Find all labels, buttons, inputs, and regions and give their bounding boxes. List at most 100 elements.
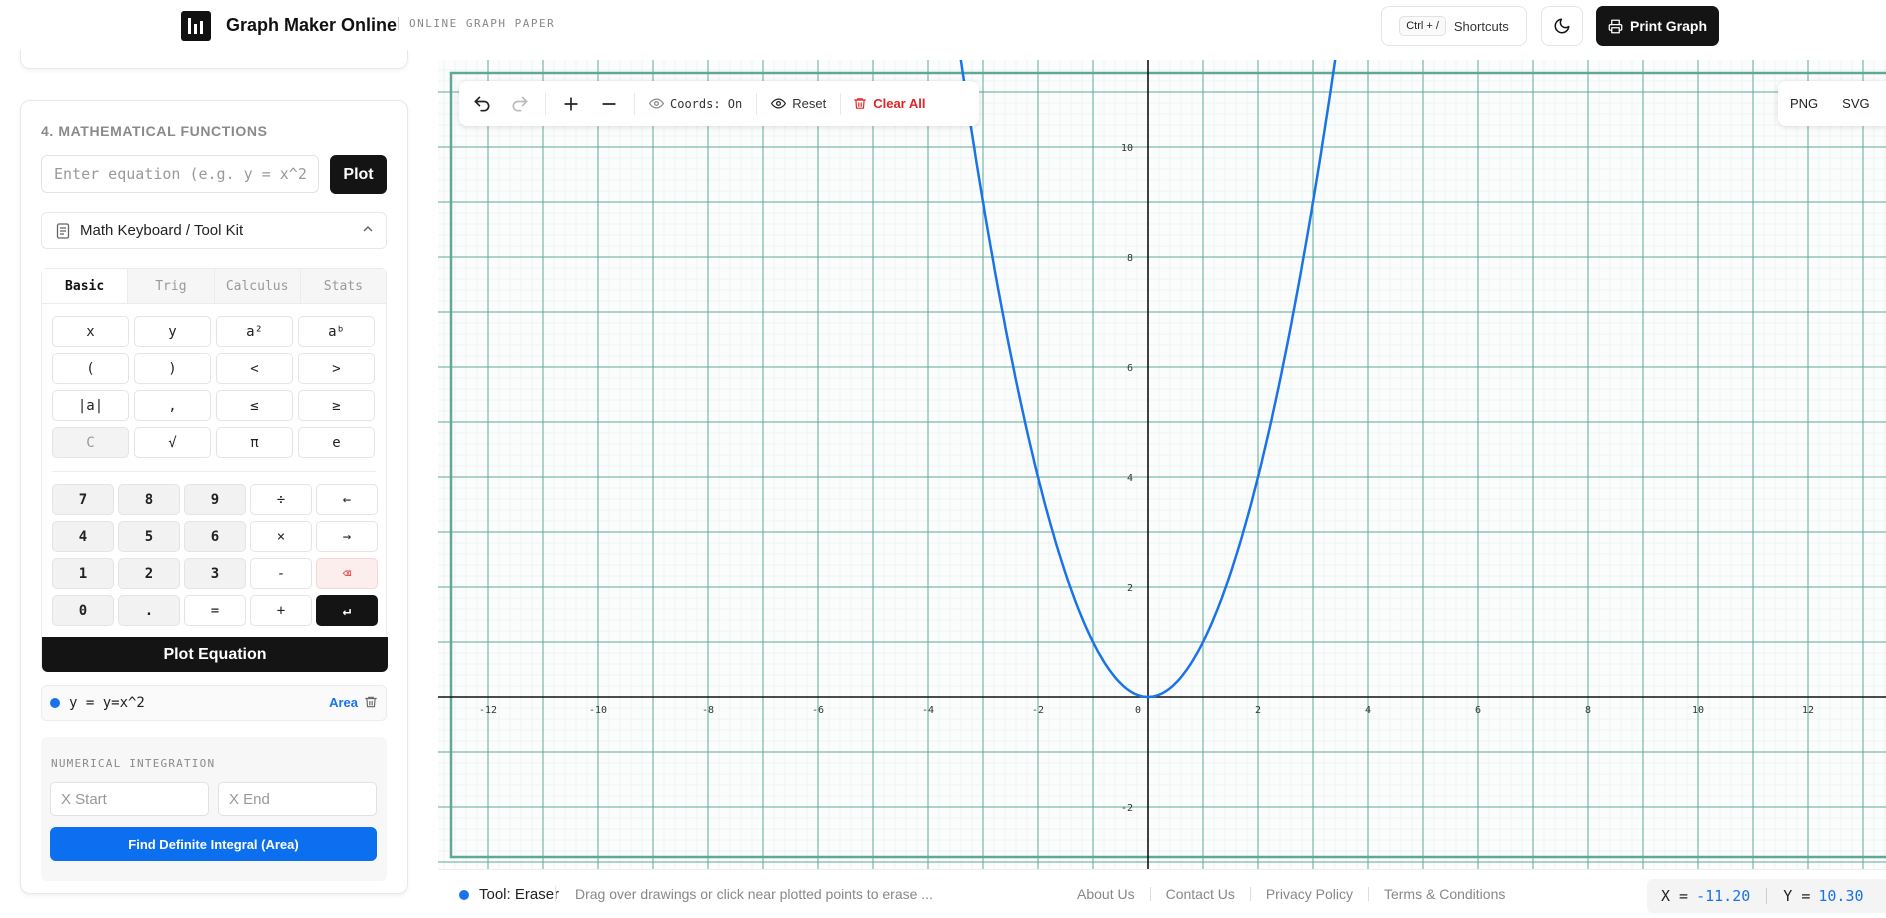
x-tick-label: -6 bbox=[812, 705, 824, 716]
moon-icon bbox=[1554, 18, 1570, 34]
y-coord-value: 10.30 bbox=[1818, 887, 1864, 905]
area-button[interactable]: Area bbox=[329, 695, 358, 710]
key-7[interactable]: 7 bbox=[52, 484, 114, 515]
y-tick-label: 4 bbox=[1127, 473, 1133, 484]
key-sqrt[interactable]: √ bbox=[134, 427, 211, 458]
plot-equation-button[interactable]: Plot Equation bbox=[42, 637, 388, 672]
math-keyboard-toggle[interactable]: Math Keyboard / Tool Kit bbox=[41, 212, 387, 249]
key-enter[interactable]: ↵ bbox=[316, 595, 378, 626]
privacy-policy-link[interactable]: Privacy Policy bbox=[1266, 886, 1353, 902]
key-clear[interactable]: C bbox=[52, 427, 129, 458]
key-0[interactable]: 0 bbox=[52, 595, 114, 626]
key-divide[interactable]: ÷ bbox=[250, 484, 312, 515]
graph-toolbar: Coords: On Reset Clear All bbox=[459, 81, 979, 126]
key-5[interactable]: 5 bbox=[118, 521, 180, 552]
key-cursor-left[interactable]: ← bbox=[316, 484, 378, 515]
key-multiply[interactable]: × bbox=[250, 521, 312, 552]
key-close-paren[interactable]: ) bbox=[134, 353, 211, 384]
equation-input[interactable] bbox=[41, 155, 319, 193]
clear-all-button[interactable]: Clear All bbox=[847, 96, 931, 111]
key-9[interactable]: 9 bbox=[184, 484, 246, 515]
key-cursor-right[interactable]: → bbox=[316, 521, 378, 552]
tab-trig[interactable]: Trig bbox=[128, 269, 215, 303]
coords-label: Coords: On bbox=[670, 96, 743, 111]
math-keyboard-panel: Basic Trig Calculus Stats x y a² aᵇ ( ) … bbox=[41, 268, 388, 672]
x-tick-label: 4 bbox=[1365, 705, 1371, 716]
theme-toggle-button[interactable] bbox=[1541, 6, 1583, 46]
plot-button[interactable]: Plot bbox=[330, 155, 387, 194]
contact-us-link[interactable]: Contact Us bbox=[1166, 886, 1235, 902]
previous-section-card bbox=[20, 50, 408, 69]
key-y[interactable]: y bbox=[134, 316, 211, 347]
x-coord-value: -11.20 bbox=[1696, 887, 1751, 905]
zoom-in-icon[interactable] bbox=[552, 85, 590, 123]
key-absolute[interactable]: |a| bbox=[52, 390, 129, 421]
reset-view-button[interactable]: Reset bbox=[763, 96, 834, 111]
key-square[interactable]: a² bbox=[216, 316, 293, 347]
y-tick-label: 2 bbox=[1127, 583, 1133, 594]
key-plus[interactable]: + bbox=[250, 595, 312, 626]
coords-toggle-button[interactable]: Coords: On bbox=[641, 96, 750, 111]
key-greater-equal[interactable]: ≥ bbox=[298, 390, 375, 421]
paper-border bbox=[449, 71, 1886, 859]
redo-icon[interactable] bbox=[501, 85, 539, 123]
key-6[interactable]: 6 bbox=[184, 521, 246, 552]
app-title[interactable]: Graph Maker Online bbox=[226, 15, 397, 36]
x-end-input[interactable] bbox=[218, 782, 377, 816]
export-svg-button[interactable]: SVG bbox=[1830, 96, 1881, 111]
key-equals[interactable]: = bbox=[184, 595, 246, 626]
equation-list-item[interactable]: y = y=x^2 Area bbox=[41, 685, 387, 721]
undo-icon[interactable] bbox=[463, 85, 501, 123]
toolbar-divider bbox=[756, 92, 758, 115]
tab-stats[interactable]: Stats bbox=[301, 269, 386, 303]
key-greater-than[interactable]: > bbox=[298, 353, 375, 384]
x-tick-label: -8 bbox=[702, 705, 714, 716]
keyboard-tabs: Basic Trig Calculus Stats bbox=[42, 269, 386, 304]
tab-basic[interactable]: Basic bbox=[42, 269, 129, 303]
print-graph-button[interactable]: Print Graph bbox=[1596, 6, 1719, 46]
chevron-up-icon bbox=[362, 223, 374, 235]
key-1[interactable]: 1 bbox=[52, 558, 114, 589]
key-less-than[interactable]: < bbox=[216, 353, 293, 384]
terms-link[interactable]: Terms & Conditions bbox=[1384, 886, 1505, 902]
chart-logo-icon[interactable] bbox=[181, 11, 211, 41]
key-power[interactable]: aᵇ bbox=[298, 316, 375, 347]
x-tick-label: -10 bbox=[589, 705, 607, 716]
graph-canvas[interactable]: -12 -10 -8 -6 -4 -2 0 2 4 6 8 10 12 10 8 6 4 2 -2 bbox=[438, 60, 1886, 869]
toolbar-divider bbox=[840, 92, 842, 115]
cursor-coordinates: X = -11.20 Y = 10.30 bbox=[1647, 879, 1886, 913]
printer-icon bbox=[1608, 19, 1623, 33]
status-bar: Tool: Eraser Drag over drawings or click… bbox=[438, 869, 1886, 918]
key-4[interactable]: 4 bbox=[52, 521, 114, 552]
about-us-link[interactable]: About Us bbox=[1077, 886, 1135, 902]
key-pi[interactable]: π bbox=[216, 427, 293, 458]
key-decimal[interactable]: . bbox=[118, 595, 180, 626]
toolbar-divider bbox=[545, 92, 546, 115]
shortcuts-button[interactable]: Ctrl + / Shortcuts bbox=[1381, 6, 1527, 46]
key-minus[interactable]: - bbox=[250, 558, 312, 589]
x-tick-label: 12 bbox=[1802, 705, 1814, 716]
key-comma[interactable]: , bbox=[134, 390, 211, 421]
key-backspace[interactable]: ⌫ bbox=[316, 558, 378, 589]
y-tick-label: 8 bbox=[1127, 253, 1133, 264]
key-e[interactable]: e bbox=[298, 427, 375, 458]
key-2[interactable]: 2 bbox=[118, 558, 180, 589]
graph-svg[interactable]: -12 -10 -8 -6 -4 -2 0 2 4 6 8 10 12 10 8 6 4 2 -2 bbox=[438, 60, 1886, 869]
clear-all-label: Clear All bbox=[873, 96, 926, 111]
zoom-out-icon[interactable] bbox=[590, 85, 628, 123]
key-open-paren[interactable]: ( bbox=[52, 353, 129, 384]
export-png-button[interactable]: PNG bbox=[1778, 96, 1830, 111]
math-keyboard-label: Math Keyboard / Tool Kit bbox=[80, 222, 244, 239]
minor-grid bbox=[438, 60, 1886, 869]
key-8[interactable]: 8 bbox=[118, 484, 180, 515]
key-x[interactable]: x bbox=[52, 316, 129, 347]
find-integral-button[interactable]: Find Definite Integral (Area) bbox=[50, 827, 377, 861]
key-3[interactable]: 3 bbox=[184, 558, 246, 589]
x-tick-label: 10 bbox=[1692, 705, 1704, 716]
x-start-input[interactable] bbox=[50, 782, 209, 816]
key-less-equal[interactable]: ≤ bbox=[216, 390, 293, 421]
tab-calculus[interactable]: Calculus bbox=[215, 269, 301, 303]
math-functions-card: 4. MATHEMATICAL FUNCTIONS Plot Math Keyb… bbox=[20, 100, 408, 894]
delete-equation-icon[interactable] bbox=[364, 694, 378, 710]
section-title: 4. MATHEMATICAL FUNCTIONS bbox=[41, 123, 268, 139]
